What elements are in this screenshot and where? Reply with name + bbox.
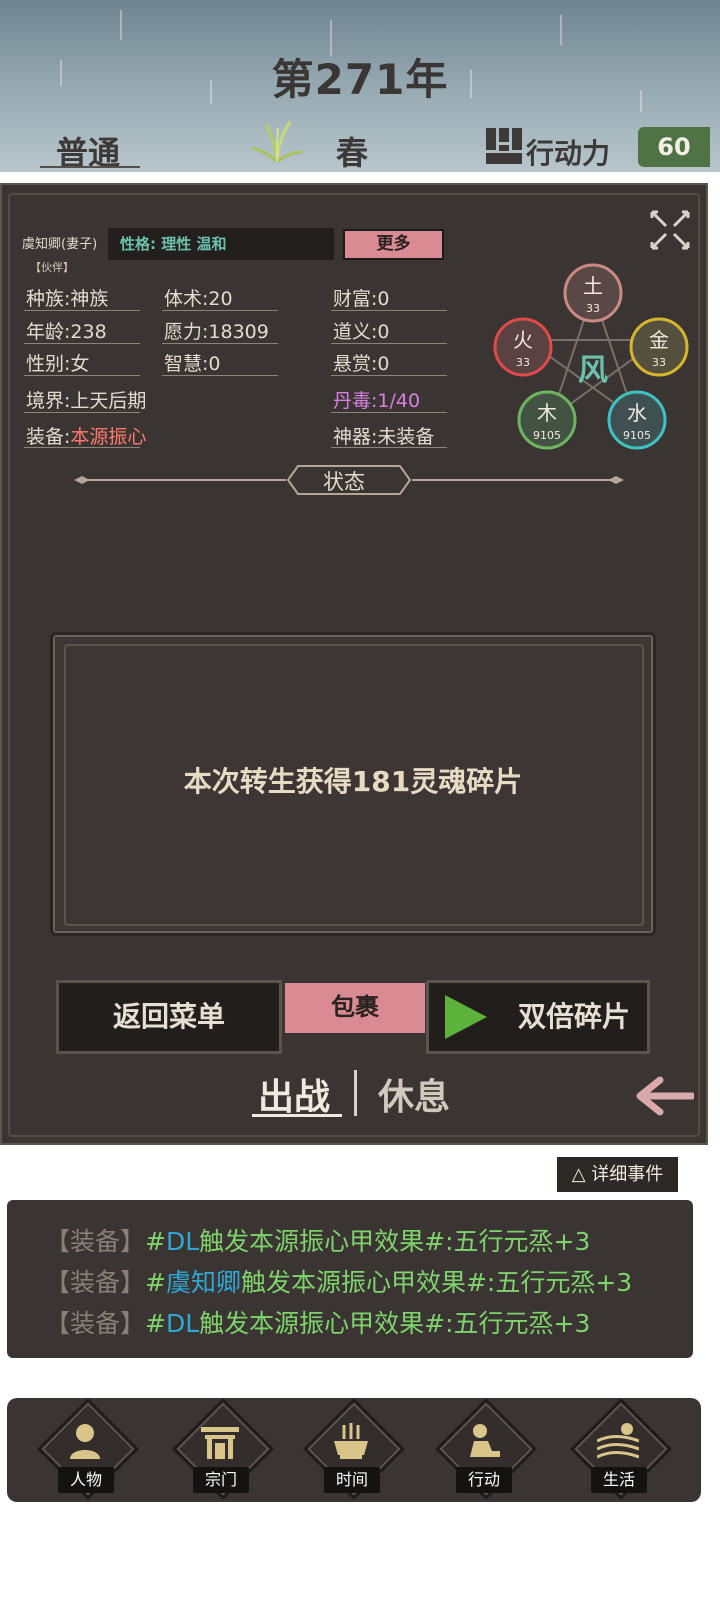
- stat-underline: [162, 375, 278, 376]
- tab-separator: [354, 1070, 357, 1116]
- person-icon: [70, 1424, 100, 1459]
- nav-label-character: 人物: [58, 1467, 114, 1493]
- element-fire-name: 火: [513, 328, 533, 352]
- element-water-value: 9105: [623, 429, 651, 442]
- element-center: 风: [578, 353, 608, 388]
- element-earth-value: 33: [586, 302, 600, 315]
- stat-underline: [331, 375, 447, 376]
- stat-age: 年龄:238: [26, 321, 107, 343]
- back-arrow-icon[interactable]: [636, 1076, 694, 1116]
- element-water-name: 水: [627, 401, 647, 425]
- element-metal: 金 33: [629, 317, 689, 377]
- nav-item-sect[interactable]: 宗门: [171, 1398, 274, 1501]
- return-menu-button[interactable]: 返回菜单: [56, 980, 282, 1054]
- log-line: 【装备】#DL触发本源振心甲效果#:五行元烝+3: [45, 1227, 591, 1256]
- double-shards-label: 双倍碎片: [517, 1000, 630, 1033]
- gate-icon: [201, 1427, 239, 1459]
- element-wood-value: 9105: [533, 429, 561, 442]
- nav-item-action[interactable]: 行动: [434, 1398, 537, 1501]
- event-log: 【装备】#DL触发本源振心甲效果#:五行元烝+3 【装备】#虞知卿触发本源振心甲…: [7, 1200, 693, 1358]
- nav-item-character[interactable]: 人物: [36, 1398, 139, 1501]
- tab-battle-underline: [252, 1114, 342, 1117]
- stat-underline: [331, 343, 447, 344]
- nav-item-time[interactable]: 时间: [302, 1398, 405, 1501]
- stat-race: 种族:神族: [26, 288, 109, 310]
- difficulty-underline: [40, 166, 140, 168]
- nav-label-time: 时间: [324, 1467, 380, 1493]
- action-power-icon: [486, 128, 522, 164]
- nav-label-life: 生活: [591, 1467, 647, 1493]
- incense-icon: [334, 1423, 368, 1459]
- element-fire-value: 33: [516, 356, 530, 369]
- stat-underline: [162, 310, 278, 311]
- element-metal-name: 金: [649, 328, 669, 352]
- stat-wish: 愿力:18309: [164, 321, 269, 343]
- rebirth-message: 本次转生获得181灵魂碎片: [183, 765, 523, 798]
- element-wood-name: 木: [537, 401, 557, 425]
- log-line: 【装备】#DL触发本源振心甲效果#:五行元烝+3: [45, 1309, 591, 1338]
- stat-wisdom: 智慧:0: [164, 353, 221, 375]
- close-icon[interactable]: [648, 208, 692, 252]
- action-icon: [470, 1424, 500, 1457]
- action-power-label: 行动力: [526, 137, 611, 170]
- five-elements-chart: 土 33 火 33 金 33 木 9105 水 9105 风: [493, 263, 689, 450]
- bag-button[interactable]: 包裹: [282, 980, 428, 1036]
- more-button[interactable]: 更多: [343, 229, 444, 260]
- stat-bounty: 悬赏:0: [333, 353, 390, 375]
- stat-underline: [24, 447, 140, 448]
- stat-underline: [331, 310, 447, 311]
- equipment-label: 装备:: [26, 426, 71, 448]
- landscape-icon: [597, 1423, 639, 1459]
- year-title: 第271年: [271, 55, 449, 104]
- action-power-value: 60: [638, 127, 710, 167]
- nav-label-sect: 宗门: [193, 1467, 249, 1493]
- stat-underline: [24, 343, 140, 344]
- nav-label-action: 行动: [456, 1467, 512, 1493]
- stat-gender: 性别:女: [26, 353, 90, 375]
- element-water: 水 9105: [607, 390, 667, 450]
- tab-battle[interactable]: 出战: [258, 1068, 330, 1120]
- equipment-value[interactable]: 本源振心: [70, 426, 146, 448]
- stat-underline: [162, 343, 278, 344]
- stat-underline: [24, 375, 140, 376]
- character-role: 【伙伴】: [30, 261, 74, 274]
- stat-body: 体术:20: [164, 288, 233, 310]
- character-name: 虞知卿(妻子): [22, 237, 98, 252]
- nav-item-life[interactable]: 生活: [569, 1398, 672, 1501]
- stat-wealth: 财富:0: [333, 288, 390, 310]
- play-icon: [445, 995, 487, 1039]
- season-label: 春: [336, 134, 369, 172]
- element-fire: 火 33: [493, 317, 553, 377]
- stat-underline: [24, 412, 140, 413]
- stat-underline: [24, 310, 140, 311]
- personality-field: 性格: 理性 温和: [108, 228, 334, 260]
- spring-grass-icon: [251, 121, 303, 164]
- status-label: 状态: [323, 470, 365, 494]
- element-earth: 土 33: [563, 263, 623, 323]
- stat-equipment: 装备:本源振心: [26, 422, 146, 449]
- stat-artifact: 神器:未装备: [333, 426, 435, 448]
- element-earth-name: 土: [583, 274, 603, 298]
- double-shards-button[interactable]: 双倍碎片: [426, 980, 650, 1054]
- detail-events-button[interactable]: △ 详细事件: [557, 1157, 678, 1192]
- stat-morality: 道义:0: [333, 321, 390, 343]
- stat-pill-poison: 丹毒:1/40: [333, 390, 421, 412]
- stat-realm: 境界:上天后期: [26, 390, 147, 412]
- stat-underline: [331, 412, 447, 413]
- element-metal-value: 33: [652, 356, 666, 369]
- tab-rest[interactable]: 休息: [378, 1068, 450, 1120]
- stat-underline: [331, 447, 447, 448]
- element-wood: 木 9105: [517, 390, 577, 450]
- log-line: 【装备】#虞知卿触发本源振心甲效果#:五行元烝+3: [45, 1268, 633, 1297]
